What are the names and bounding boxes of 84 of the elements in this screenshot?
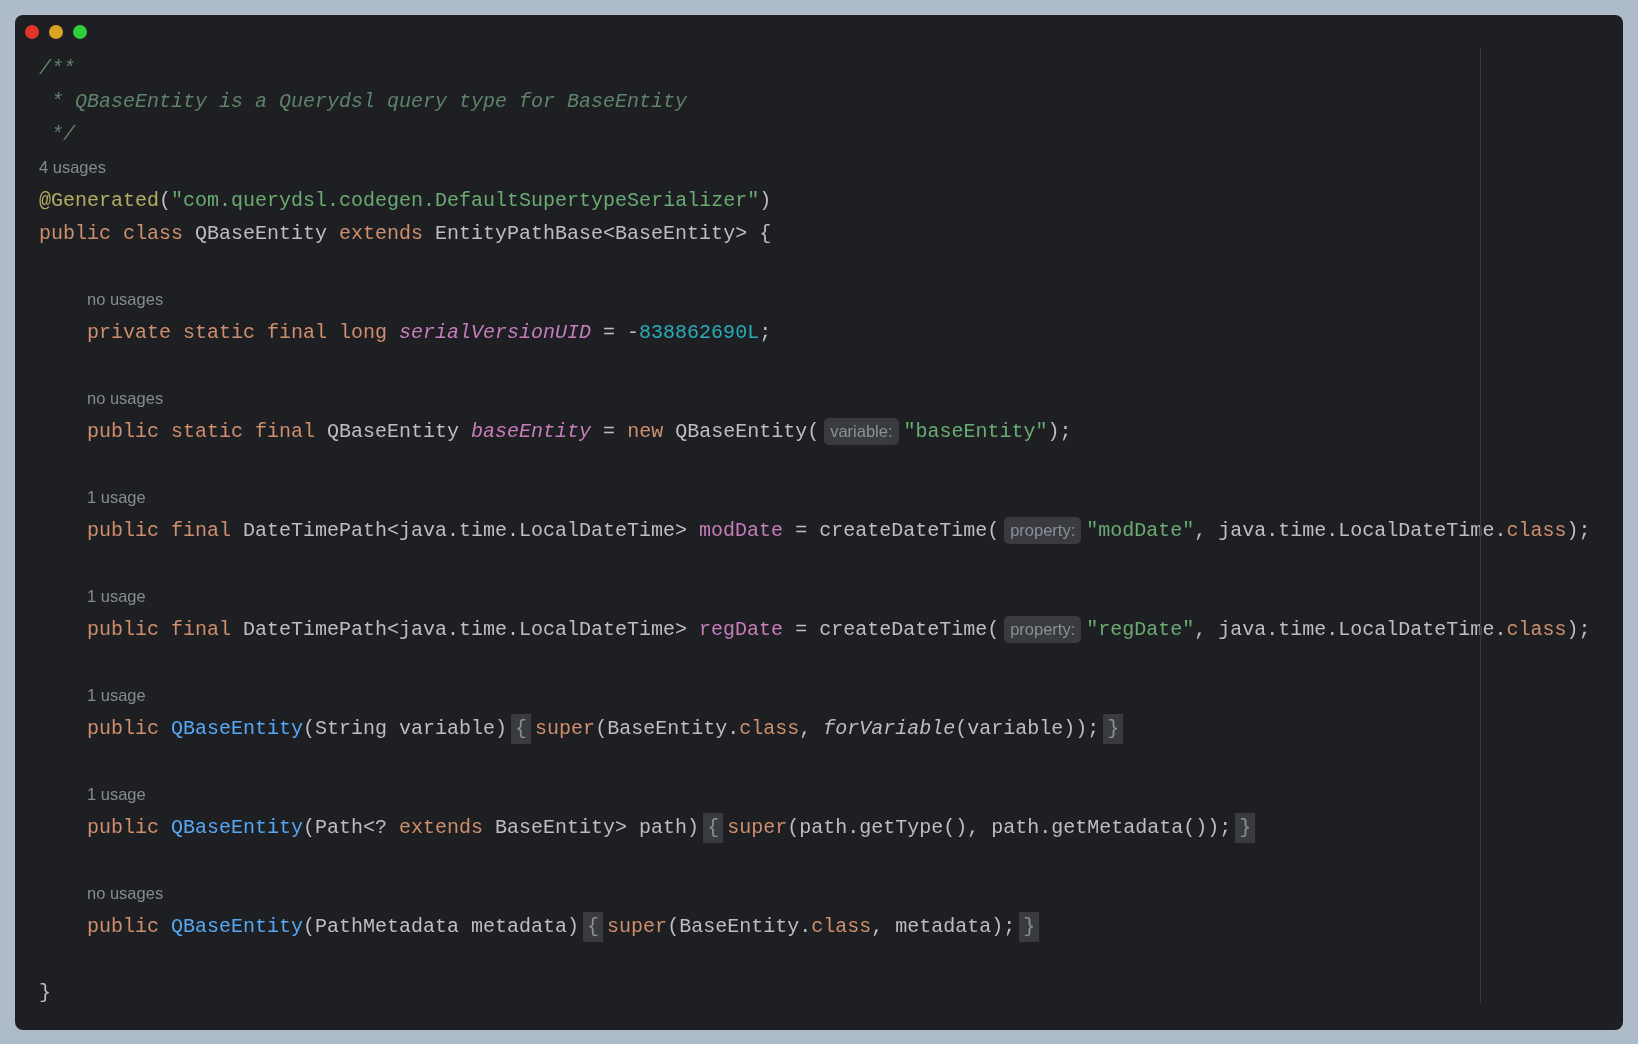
usage-count[interactable]: 1 usage xyxy=(87,683,146,708)
code-text: QBaseEntity xyxy=(327,418,461,445)
string-literal: "regDate" xyxy=(1086,616,1195,643)
code-text: (BaseEntity. xyxy=(667,913,812,940)
keyword: class xyxy=(1506,517,1567,544)
code-text: (PathMetadata metadata) xyxy=(303,913,580,940)
code-text: DateTimePath<java.time.LocalDateTime> xyxy=(243,517,689,544)
keyword: class xyxy=(811,913,872,940)
folded-brace[interactable]: { xyxy=(511,713,532,744)
code-text: ); xyxy=(1047,418,1072,445)
parameter-hint: property: xyxy=(1004,517,1082,544)
annotation: @Generated xyxy=(39,187,160,214)
code-text: ( xyxy=(159,187,172,214)
code-text: ); xyxy=(1566,517,1591,544)
constructor-name: QBaseEntity xyxy=(171,715,304,742)
usage-count[interactable]: no usages xyxy=(87,287,164,312)
keyword: class xyxy=(1506,616,1567,643)
keyword: public xyxy=(87,913,160,940)
code-text: QBaseEntity( xyxy=(675,418,820,445)
string-literal: "com.querydsl.codegen.DefaultSupertypeSerializer" xyxy=(171,187,760,214)
keyword: new xyxy=(627,418,665,445)
keyword: extends xyxy=(399,814,485,841)
keyword: public final xyxy=(87,616,233,643)
static-field-name: serialVersionUID xyxy=(399,319,592,346)
code-text: (BaseEntity. xyxy=(595,715,740,742)
usage-count[interactable]: no usages xyxy=(87,881,164,906)
field-name: modDate xyxy=(699,517,784,544)
window-control-button[interactable] xyxy=(73,25,87,39)
code-text: DateTimePath<java.time.LocalDateTime> xyxy=(243,616,689,643)
code-text: } xyxy=(39,979,51,1006)
code-text: , java.time.LocalDateTime. xyxy=(1194,616,1507,643)
folded-brace[interactable]: } xyxy=(1019,911,1040,942)
keyword: super xyxy=(727,814,788,841)
code-text: (variable)); xyxy=(955,715,1100,742)
usage-count[interactable]: 1 usage xyxy=(87,782,146,807)
keyword: class xyxy=(739,715,800,742)
folded-brace[interactable]: { xyxy=(703,812,724,843)
usage-count[interactable]: 1 usage xyxy=(87,485,146,510)
keyword: public class xyxy=(39,220,185,247)
code-text: ; xyxy=(759,319,772,346)
code-text: QBaseEntity xyxy=(195,220,329,247)
keyword: public xyxy=(87,814,160,841)
usage-count[interactable]: no usages xyxy=(87,386,164,411)
field-name: regDate xyxy=(699,616,784,643)
window-control-button[interactable] xyxy=(49,25,63,39)
keyword: public xyxy=(87,715,160,742)
folded-brace[interactable]: { xyxy=(583,911,604,942)
number-literal: 838862690L xyxy=(639,319,760,346)
code-text: EntityPathBase<BaseEntity> { xyxy=(435,220,772,247)
code-text: (String variable) xyxy=(303,715,508,742)
keyword: public final xyxy=(87,517,233,544)
code-text: (path.getType(), path.getMetadata()); xyxy=(787,814,1232,841)
code-comment: * QBaseEntity is a Querydsl query type for BaseEntity xyxy=(50,88,688,115)
code-text: BaseEntity> path) xyxy=(495,814,700,841)
code-comment: /** xyxy=(39,55,75,82)
parameter-hint: property: xyxy=(1004,616,1082,643)
folded-brace[interactable]: } xyxy=(1103,713,1124,744)
keyword: private static final long xyxy=(87,319,389,346)
code-text: , xyxy=(799,715,813,742)
window-control-button[interactable] xyxy=(25,25,39,39)
keyword: extends xyxy=(339,220,425,247)
code-text: , metadata); xyxy=(871,913,1016,940)
code-text: , java.time.LocalDateTime. xyxy=(1194,517,1507,544)
keyword: super xyxy=(535,715,596,742)
code-text: ); xyxy=(1566,616,1591,643)
keyword: super xyxy=(607,913,668,940)
code-text: (Path<? xyxy=(303,814,389,841)
keyword: public static final xyxy=(87,418,317,445)
static-field-name: baseEntity xyxy=(471,418,592,445)
constructor-name: QBaseEntity xyxy=(171,913,304,940)
folded-brace[interactable]: } xyxy=(1235,812,1256,843)
constructor-name: QBaseEntity xyxy=(171,814,304,841)
code-text: = xyxy=(602,418,617,445)
parameter-hint: variable: xyxy=(824,418,899,445)
code-text: = createDateTime( xyxy=(794,616,1000,643)
code-text: = - xyxy=(602,319,640,346)
code-text: = createDateTime( xyxy=(794,517,1000,544)
string-literal: "modDate" xyxy=(1086,517,1195,544)
method-call: forVariable xyxy=(823,715,956,742)
code-comment: */ xyxy=(50,121,75,148)
code-text: ) xyxy=(759,187,772,214)
usage-count[interactable]: 1 usage xyxy=(87,584,146,609)
usage-count[interactable]: 4 usages xyxy=(39,155,106,180)
string-literal: "baseEntity" xyxy=(903,418,1048,445)
